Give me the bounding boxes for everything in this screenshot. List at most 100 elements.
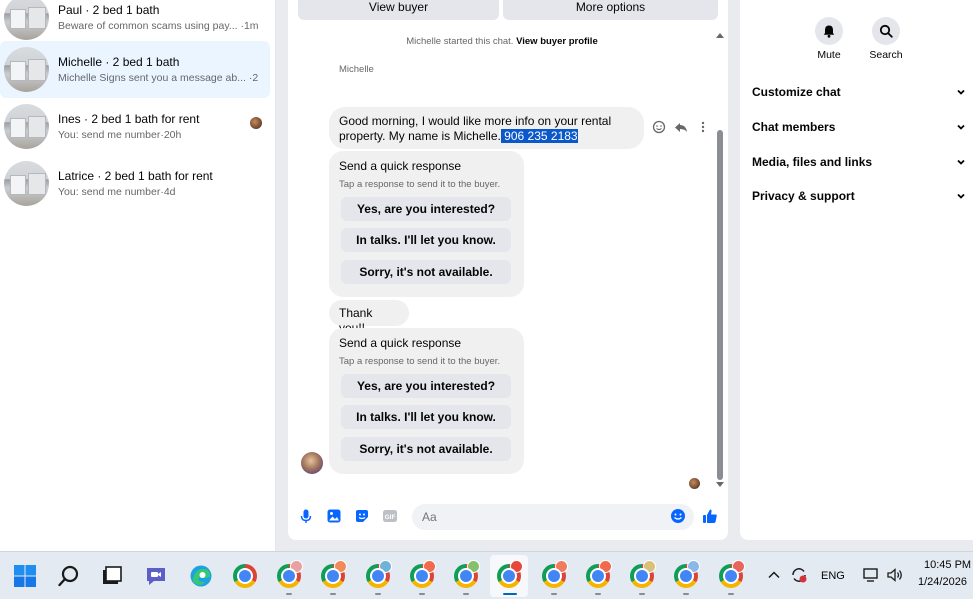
sticker-icon[interactable] [354, 508, 370, 524]
chrome-profile-icon[interactable] [586, 560, 612, 588]
input-language[interactable]: ENG [821, 570, 845, 582]
media-files-links-section[interactable]: Media, files and links [752, 152, 966, 172]
message-bubble[interactable]: Thank you!! [329, 300, 409, 335]
message-input[interactable] [412, 504, 694, 530]
conversation-item-paul[interactable]: Paul · 2 bed 1 bath Beware of common sca… [0, 0, 270, 46]
react-icon[interactable] [652, 120, 666, 134]
system-message-text: Michelle started this chat. [406, 36, 514, 47]
sender-name: Michelle [339, 64, 374, 75]
view-buyer-button[interactable]: View buyer [298, 0, 499, 20]
edge-browser-icon[interactable] [189, 564, 213, 588]
chrome-profile-icon[interactable] [719, 560, 745, 588]
chevron-up-icon[interactable] [766, 567, 782, 583]
conversation-item-michelle[interactable]: Michelle · 2 bed 1 bath Michelle Signs s… [0, 41, 270, 98]
quick-response-subtitle: Tap a response to send it to the buyer. [339, 356, 501, 367]
conversation-preview: Michelle Signs sent you a message ab... … [58, 72, 258, 84]
section-label: Media, files and links [752, 155, 873, 169]
conversation-item-latrice[interactable]: Latrice · 2 bed 1 bath for rent You: sen… [0, 155, 270, 212]
message-bubble[interactable]: Good morning, I would like more info on … [329, 107, 644, 149]
chrome-profile-icon[interactable] [497, 560, 523, 588]
quick-response-yes-button[interactable]: Yes, are you interested? [341, 374, 511, 398]
scrollbar-thumb[interactable] [717, 130, 723, 480]
conversation-preview: You: send me number·4d [58, 186, 176, 198]
more-options-button[interactable]: More options [503, 0, 718, 20]
chrome-profile-icon[interactable] [454, 560, 480, 588]
chevron-down-icon [957, 124, 965, 130]
sync-alert-icon[interactable] [790, 566, 808, 584]
message-line: property. My name is Michelle. 906 235 2… [339, 129, 634, 144]
quick-response-card: Send a quick response Tap a response to … [329, 328, 524, 474]
clock-date[interactable]: 1/24/2026 [918, 576, 967, 588]
chevron-down-icon [957, 89, 965, 95]
windows-start-icon[interactable] [13, 564, 37, 588]
scroll-down-arrow[interactable] [716, 482, 724, 487]
message-text: property. My name is Michelle. [339, 129, 501, 143]
active-indicator [503, 593, 517, 595]
mute-label: Mute [817, 49, 841, 61]
chrome-profile-icon[interactable] [674, 560, 700, 588]
running-indicator [595, 593, 601, 595]
image-icon[interactable] [326, 508, 342, 524]
chat-members-section[interactable]: Chat members [752, 117, 966, 137]
quick-response-in-talks-button[interactable]: In talks. I'll let you know. [341, 228, 511, 252]
quick-response-title: Send a quick response [339, 159, 462, 173]
chrome-icon[interactable] [233, 564, 257, 588]
conversation-list: Paul · 2 bed 1 bath Beware of common sca… [0, 0, 276, 551]
buyer-avatar[interactable] [301, 452, 323, 474]
search-label: Search [869, 49, 903, 61]
customize-chat-section[interactable]: Customize chat [752, 82, 966, 102]
emoji-icon[interactable] [670, 508, 686, 524]
conversation-preview: Beware of common scams using pay... ·1m [58, 20, 258, 32]
message-line: Good morning, I would like more info on … [339, 114, 612, 128]
running-indicator [419, 593, 425, 595]
svg-text:GIF: GIF [385, 514, 396, 521]
quick-response-in-talks-button[interactable]: In talks. I'll let you know. [341, 405, 511, 429]
chrome-profile-icon[interactable] [277, 560, 303, 588]
reply-icon[interactable] [674, 120, 688, 134]
conversation-item-ines[interactable]: Ines · 2 bed 1 bath for rent You: send m… [0, 98, 270, 155]
task-view-icon[interactable] [100, 564, 124, 588]
search-button[interactable] [872, 17, 900, 45]
chat-panel: View buyer More options Michelle started… [288, 0, 728, 540]
quick-response-not-available-button[interactable]: Sorry, it's not available. [341, 260, 511, 284]
running-indicator [330, 593, 336, 595]
like-thumbs-up-icon[interactable] [702, 508, 718, 524]
view-buyer-profile-link[interactable]: View buyer profile [516, 36, 598, 47]
seen-avatar [689, 478, 700, 489]
microphone-icon[interactable] [298, 508, 314, 524]
chrome-profile-icon[interactable] [630, 560, 656, 588]
privacy-support-section[interactable]: Privacy & support [752, 186, 966, 206]
network-icon[interactable] [862, 567, 880, 583]
quick-response-card: Send a quick response Tap a response to … [329, 151, 524, 297]
more-vertical-icon[interactable] [696, 120, 710, 134]
windows-taskbar: ENG 10:45 PM 1/24/2026 [0, 551, 973, 599]
chat-details-panel: Mute Search Customize chat Chat members … [740, 0, 973, 540]
running-indicator [683, 593, 689, 595]
system-message: Michelle started this chat. View buyer p… [288, 36, 716, 47]
clock-time[interactable]: 10:45 PM [924, 559, 971, 571]
bell-icon [823, 25, 835, 38]
selected-phone-number: 906 235 2183 [500, 129, 578, 143]
quick-response-yes-button[interactable]: Yes, are you interested? [341, 197, 511, 221]
meet-chat-icon[interactable] [144, 564, 168, 588]
quick-response-subtitle: Tap a response to send it to the buyer. [339, 179, 501, 190]
chevron-down-icon [957, 193, 965, 199]
chevron-down-icon [957, 159, 965, 165]
taskbar-search-icon[interactable] [57, 564, 81, 588]
running-indicator [551, 593, 557, 595]
volume-icon[interactable] [886, 567, 904, 583]
chrome-profile-icon[interactable] [410, 560, 436, 588]
scroll-up-arrow[interactable] [716, 33, 724, 38]
chrome-profile-icon[interactable] [542, 560, 568, 588]
listing-thumbnail [4, 47, 49, 92]
listing-thumbnail [4, 104, 49, 149]
seen-avatar [250, 117, 262, 129]
conversation-title: Paul · 2 bed 1 bath [58, 3, 160, 17]
gif-icon[interactable]: GIF [382, 508, 398, 524]
chrome-profile-icon[interactable] [321, 560, 347, 588]
quick-response-not-available-button[interactable]: Sorry, it's not available. [341, 437, 511, 461]
mute-button[interactable] [815, 17, 843, 45]
section-label: Chat members [752, 120, 836, 134]
chrome-profile-icon[interactable] [366, 560, 392, 588]
section-label: Privacy & support [752, 189, 855, 203]
